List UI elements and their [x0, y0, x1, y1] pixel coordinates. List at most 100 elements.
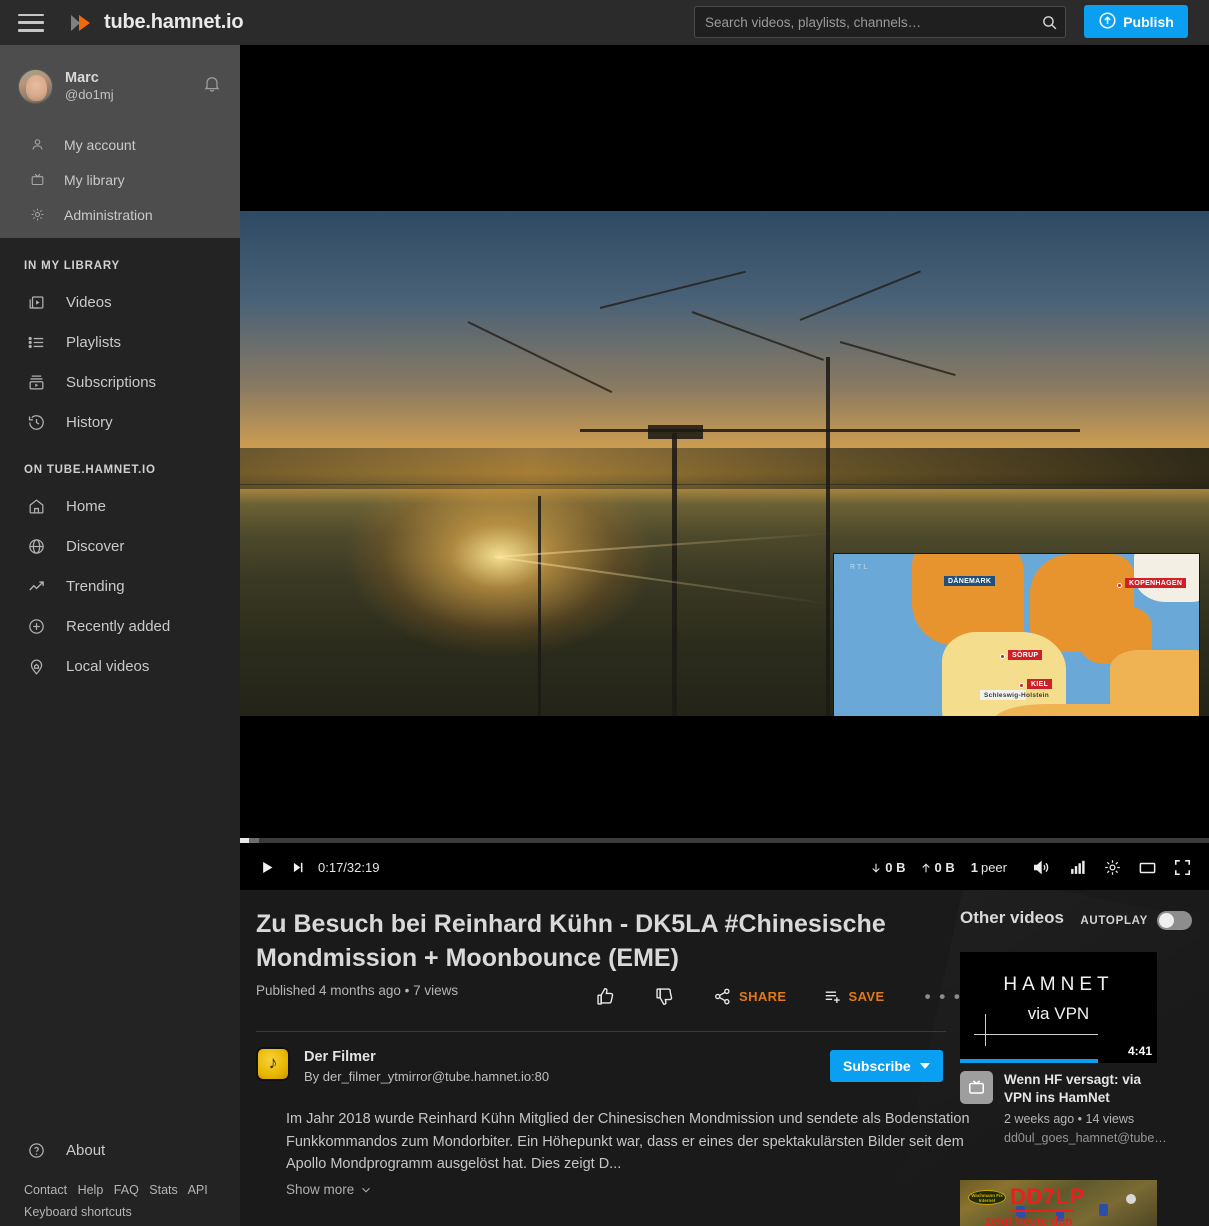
autoplay-control: AUTOPLAY [1080, 911, 1192, 930]
thumbnail-subtitle: zeigt heute den [985, 1214, 1073, 1226]
next-video-button[interactable] [286, 856, 310, 880]
footer-link-stats[interactable]: Stats [149, 1183, 178, 1197]
video-title[interactable]: Wenn HF versagt: via VPN ins HamNet [1004, 1071, 1167, 1106]
progress-bar[interactable] [240, 838, 1209, 843]
channel-name[interactable]: Der Filmer [304, 1047, 549, 1068]
footer-link-contact[interactable]: Contact [24, 1183, 67, 1197]
sidebar-item-label: Playlists [66, 333, 122, 351]
upload-cloud-icon [1098, 11, 1117, 33]
map-dot-kiel [1019, 683, 1024, 688]
map-label-copenhagen: KOPENHAGEN [1125, 578, 1187, 588]
sidebar-item-discover[interactable]: Discover [0, 526, 240, 566]
hamburger-icon[interactable] [18, 13, 44, 32]
upload-stats: 0 B [920, 860, 955, 875]
sidebar-item-administration[interactable]: Administration [0, 197, 240, 232]
publish-button-label: Publish [1123, 13, 1174, 30]
toggle-knob [1159, 913, 1174, 928]
search-icon[interactable] [1033, 6, 1065, 38]
subscribe-button[interactable]: Subscribe [830, 1050, 943, 1082]
list-item[interactable]: HAMNET via VPN 4:41 Wenn HF versagt: via… [960, 952, 1167, 1147]
globe-icon [24, 537, 48, 556]
peers-stats: 1 peer [971, 860, 1007, 875]
avatar [18, 68, 53, 104]
history-icon [24, 413, 48, 432]
antenna-boom [599, 270, 746, 309]
video-player[interactable]: RTL DÄNEMARK KOPENHAGEN SÖRUP KIEL Schle… [240, 45, 1209, 890]
antenna-boom [467, 321, 613, 394]
publish-button[interactable]: Publish [1084, 5, 1188, 38]
search-input[interactable] [695, 14, 1033, 30]
sidebar-item-videos[interactable]: Videos [0, 282, 240, 322]
theater-mode-icon[interactable] [1134, 855, 1160, 881]
sidebar-item-label: Subscriptions [66, 373, 157, 391]
video-channel[interactable]: dd0ul_goes_hamnet@tube… [1004, 1130, 1167, 1146]
sidebar-item-home[interactable]: Home [0, 486, 240, 526]
quality-bars-icon[interactable] [1064, 855, 1090, 881]
volume-button[interactable] [1027, 855, 1055, 881]
thumb-component [1099, 1204, 1108, 1216]
videos-icon [24, 293, 48, 312]
user-profile[interactable]: Marc @do1mj [0, 45, 240, 127]
autoplay-label: AUTOPLAY [1080, 914, 1148, 927]
map-label-schleswig-holstein: Schleswig-Holstein [980, 690, 1049, 701]
video-thumbnail[interactable]: HAMNET via VPN 4:41 [960, 952, 1157, 1063]
sidebar-item-subscriptions[interactable]: Subscriptions [0, 362, 240, 402]
sidebar-item-local-videos[interactable]: Local videos [0, 646, 240, 686]
divider [256, 1031, 946, 1032]
sidebar-item-label: About [66, 1141, 106, 1159]
sidebar-item-recently-added[interactable]: Recently added [0, 606, 240, 646]
peertube-play-icon [71, 11, 95, 35]
sidebar-item-my-library[interactable]: My library [0, 162, 240, 197]
map-label-soerup: SÖRUP [1008, 650, 1043, 660]
sidebar-item-playlists[interactable]: Playlists [0, 322, 240, 362]
map-label-denmark: DÄNEMARK [944, 576, 996, 586]
help-circle-icon [24, 1141, 48, 1160]
map-label-kiel: KIEL [1027, 679, 1053, 689]
sidebar-item-trending[interactable]: Trending [0, 566, 240, 606]
horizon-line [240, 483, 1209, 485]
settings-gear-icon[interactable] [1099, 855, 1125, 881]
save-button-label: SAVE [848, 989, 885, 1004]
footer-link-help[interactable]: Help [78, 1183, 104, 1197]
download-value: 0 B [885, 860, 906, 875]
video-surface[interactable]: RTL DÄNEMARK KOPENHAGEN SÖRUP KIEL Schle… [240, 211, 1209, 716]
play-button[interactable] [254, 855, 280, 881]
footer-link-faq[interactable]: FAQ [114, 1183, 139, 1197]
video-meta: 2 weeks ago • 14 views [1004, 1112, 1135, 1127]
save-button[interactable]: SAVE [823, 987, 885, 1006]
antenna-boom [839, 341, 956, 377]
subscriptions-icon [24, 373, 48, 392]
sidebar-item-label: Trending [66, 577, 125, 595]
share-button[interactable]: SHARE [713, 987, 787, 1006]
autoplay-toggle[interactable] [1157, 911, 1192, 930]
show-more-label: Show more [286, 1182, 355, 1197]
thumbnail-callsign: DD7LP [1010, 1184, 1085, 1209]
like-button[interactable] [595, 986, 616, 1007]
sidebar-item-my-account[interactable]: My account [0, 127, 240, 162]
footer-link-keyboard-shortcuts[interactable]: Keyboard shortcuts [24, 1202, 240, 1224]
sidebar: Marc @do1mj My account My library Admini… [0, 45, 240, 1226]
sidebar-footer: Contact Help FAQ Stats API Keyboard shor… [24, 1180, 240, 1224]
fullscreen-icon[interactable] [1169, 855, 1195, 881]
sidebar-item-about[interactable]: About [0, 1130, 240, 1170]
show-more-button[interactable]: Show more [286, 1182, 372, 1197]
notifications-bell-icon[interactable] [202, 73, 222, 100]
footer-link-api[interactable]: API [188, 1183, 208, 1197]
site-logo[interactable]: tube.hamnet.io [71, 11, 244, 35]
dislike-button[interactable] [654, 986, 675, 1007]
sidebar-item-history[interactable]: History [0, 402, 240, 442]
map-dot-soerup [1000, 654, 1005, 659]
channel-avatar[interactable] [256, 1047, 290, 1081]
map-overlay: RTL DÄNEMARK KOPENHAGEN SÖRUP KIEL Schle… [833, 553, 1200, 716]
search-bar[interactable] [694, 6, 1066, 38]
thumbnail-axis [974, 1034, 1098, 1035]
antenna-platform [648, 425, 703, 439]
gear-icon [26, 207, 48, 222]
map-dot-copenhagen [1117, 583, 1122, 588]
home-icon [24, 497, 48, 516]
subscribe-button-label: Subscribe [843, 1058, 911, 1074]
video-duration: 4:41 [1127, 1044, 1152, 1058]
video-thumbnail[interactable]: Wachmann Fix Internet DD7LP zeigt heute … [960, 1180, 1157, 1226]
chevron-down-icon [362, 1187, 371, 1193]
sidebar-item-label: Recently added [66, 617, 171, 635]
